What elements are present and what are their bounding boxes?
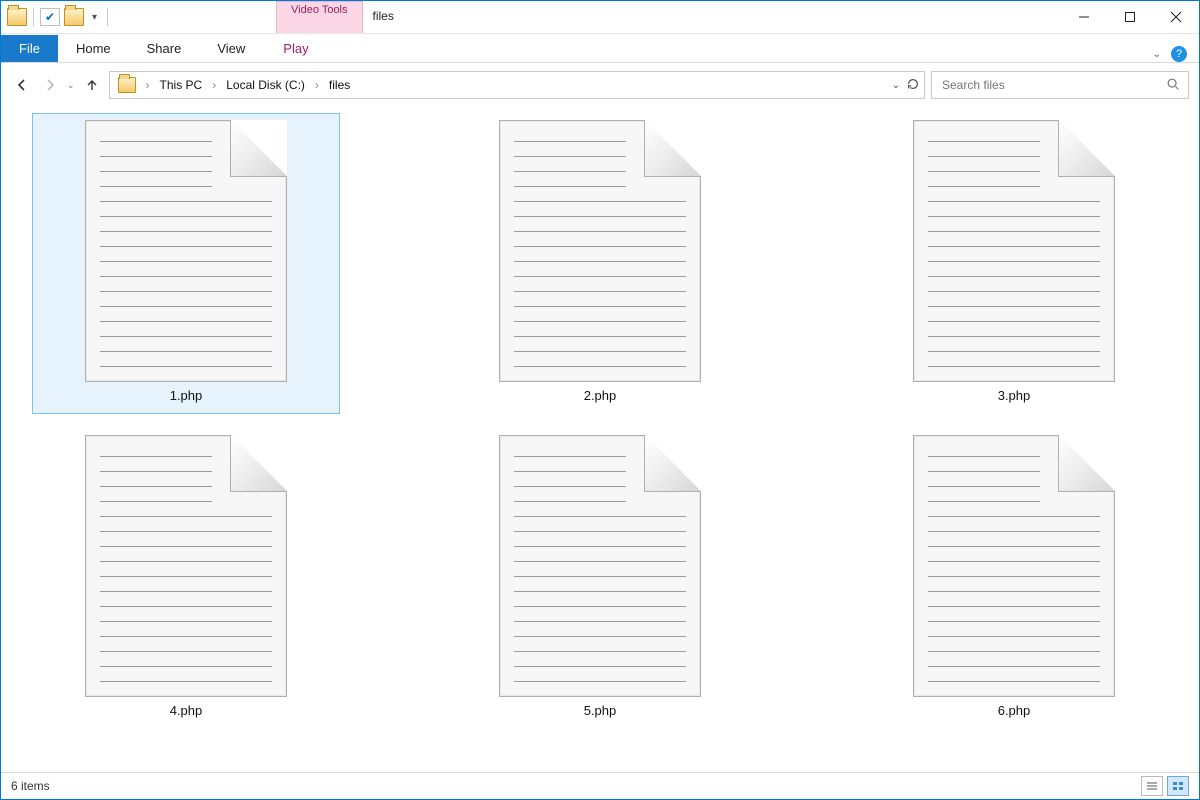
qat-customize-caret[interactable]: ▾	[88, 12, 101, 23]
document-icon	[499, 435, 701, 697]
back-button[interactable]	[11, 74, 33, 96]
help-icon[interactable]: ?	[1171, 46, 1187, 62]
file-item[interactable]: 3.php	[860, 113, 1168, 414]
maximize-button[interactable]	[1107, 1, 1153, 33]
breadcrumb-this-pc[interactable]: This PC	[156, 76, 207, 94]
document-icon	[913, 120, 1115, 382]
file-name: 6.php	[863, 703, 1165, 718]
file-name: 4.php	[35, 703, 337, 718]
ribbon-expand-caret[interactable]: ⌄	[1153, 49, 1161, 60]
minimize-button[interactable]	[1061, 1, 1107, 33]
separator	[33, 8, 34, 26]
file-pane[interactable]: 1.php 2.php 3.php 4.php 5.php 6.php	[1, 107, 1199, 772]
tab-view[interactable]: View	[199, 35, 263, 62]
status-bar: 6 items	[1, 772, 1199, 799]
view-toggle	[1141, 776, 1189, 796]
contextual-tab-group: Video Tools	[276, 1, 362, 33]
item-count: 6 items	[11, 779, 50, 793]
search-input[interactable]	[940, 77, 1166, 93]
tab-play[interactable]: Play	[263, 35, 328, 62]
file-item[interactable]: 2.php	[446, 113, 754, 414]
window-title: files	[363, 1, 404, 33]
tab-share[interactable]: Share	[129, 35, 200, 62]
properties-icon[interactable]: ✔	[40, 8, 60, 26]
address-caret-icon[interactable]: ⌄	[892, 80, 900, 91]
breadcrumb-separator: ›	[208, 76, 220, 94]
recent-locations-caret[interactable]: ⌄	[67, 80, 75, 91]
large-icons-view-button[interactable]	[1167, 776, 1189, 796]
up-button[interactable]	[81, 74, 103, 96]
breadcrumb-folder[interactable]: files	[325, 76, 354, 94]
document-icon	[85, 120, 287, 382]
navigation-bar: ⌄ › This PC › Local Disk (C:) › files ⌄	[1, 63, 1199, 107]
breadcrumb-separator: ›	[311, 76, 323, 94]
document-icon	[913, 435, 1115, 697]
file-item[interactable]: 1.php	[32, 113, 340, 414]
tab-home[interactable]: Home	[58, 35, 129, 62]
breadcrumb-drive[interactable]: Local Disk (C:)	[222, 76, 309, 94]
file-item[interactable]: 4.php	[32, 428, 340, 729]
ribbon-tabs: File Home Share View Play ⌄ ?	[1, 34, 1199, 63]
folder-icon[interactable]	[7, 8, 27, 26]
details-view-button[interactable]	[1141, 776, 1163, 796]
file-item[interactable]: 5.php	[446, 428, 754, 729]
file-name: 5.php	[449, 703, 751, 718]
file-name: 3.php	[863, 388, 1165, 403]
new-folder-icon[interactable]	[64, 8, 84, 26]
search-icon[interactable]	[1166, 77, 1180, 94]
document-icon	[85, 435, 287, 697]
forward-button[interactable]	[39, 74, 61, 96]
titlebar: ✔ ▾ Video Tools files	[1, 1, 1199, 34]
file-item[interactable]: 6.php	[860, 428, 1168, 729]
file-tab[interactable]: File	[1, 35, 58, 62]
folder-icon	[118, 77, 136, 93]
separator	[107, 8, 108, 26]
file-name: 1.php	[35, 388, 337, 403]
window-controls	[1061, 1, 1199, 33]
contextual-tab-group-label: Video Tools	[291, 4, 347, 16]
address-bar[interactable]: › This PC › Local Disk (C:) › files ⌄	[109, 71, 925, 99]
search-box[interactable]	[931, 71, 1189, 99]
explorer-window: ✔ ▾ Video Tools files File Home Share Vi…	[0, 0, 1200, 800]
quick-access-toolbar: ✔ ▾	[1, 1, 116, 33]
file-name: 2.php	[449, 388, 751, 403]
breadcrumb-separator: ›	[142, 76, 154, 94]
refresh-icon[interactable]	[906, 77, 920, 94]
close-button[interactable]	[1153, 1, 1199, 33]
document-icon	[499, 120, 701, 382]
